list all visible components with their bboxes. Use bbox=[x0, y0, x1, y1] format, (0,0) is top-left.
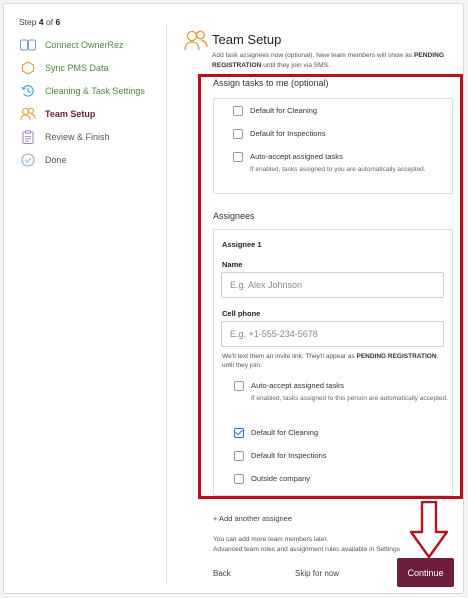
sidebar-item-sync-pms-data[interactable]: Sync PMS Data bbox=[20, 58, 109, 78]
clock-history-icon bbox=[20, 83, 36, 99]
footer-note: You can add more team members later. Adv… bbox=[213, 535, 400, 554]
step-current: 4 bbox=[38, 17, 44, 27]
link-card-icon bbox=[20, 37, 36, 53]
team-icon bbox=[184, 29, 208, 51]
back-button[interactable]: Back bbox=[213, 569, 231, 578]
sidebar-item-label: Connect OwnerRez bbox=[45, 40, 124, 50]
step-of: of bbox=[45, 17, 54, 27]
page-title: Team Setup bbox=[212, 32, 282, 47]
highlight-outline bbox=[198, 74, 463, 499]
clipboard-icon bbox=[20, 129, 36, 145]
sync-hexagon-icon bbox=[20, 60, 36, 76]
sidebar-divider bbox=[166, 24, 167, 584]
step-prefix: Step bbox=[19, 17, 37, 27]
footer-note-line: You can add more team members later. bbox=[213, 536, 329, 543]
sidebar-item-cleaning-task-settings[interactable]: Cleaning & Task Settings bbox=[20, 81, 145, 101]
sidebar-item-label: Review & Finish bbox=[45, 132, 110, 142]
sidebar-item-connect-ownerrez[interactable]: Connect OwnerRez bbox=[20, 35, 124, 55]
sidebar-item-label: Cleaning & Task Settings bbox=[45, 86, 145, 96]
sidebar-item-label: Done bbox=[45, 155, 67, 165]
sidebar-item-label: Sync PMS Data bbox=[45, 63, 109, 73]
sidebar-item-review-finish[interactable]: Review & Finish bbox=[20, 127, 110, 147]
down-arrow-icon bbox=[409, 500, 449, 559]
team-icon bbox=[20, 106, 36, 122]
description-text-end: until they join via SMS. bbox=[263, 61, 330, 69]
step-total: 6 bbox=[55, 17, 61, 27]
skip-for-now-button[interactable]: Skip for now bbox=[295, 569, 339, 578]
footer-note-line: Advanced team roles and assignment rules… bbox=[213, 545, 400, 553]
description-text: Add task assignees now (optional). New t… bbox=[212, 52, 413, 59]
wizard-frame: Step 4 of 6 Connect OwnerRez Sync PMS Da… bbox=[3, 3, 464, 594]
step-indicator: Step 4 of 6 bbox=[19, 17, 60, 27]
add-assignee-link[interactable]: + Add another assignee bbox=[213, 514, 292, 523]
sidebar-item-done[interactable]: Done bbox=[20, 150, 67, 170]
sidebar-item-team-setup[interactable]: Team Setup bbox=[20, 104, 95, 124]
page-description: Add task assignees now (optional). New t… bbox=[212, 51, 457, 70]
continue-button[interactable]: Continue bbox=[397, 558, 454, 587]
check-circle-icon bbox=[20, 152, 36, 168]
sidebar-item-label: Team Setup bbox=[45, 109, 96, 119]
